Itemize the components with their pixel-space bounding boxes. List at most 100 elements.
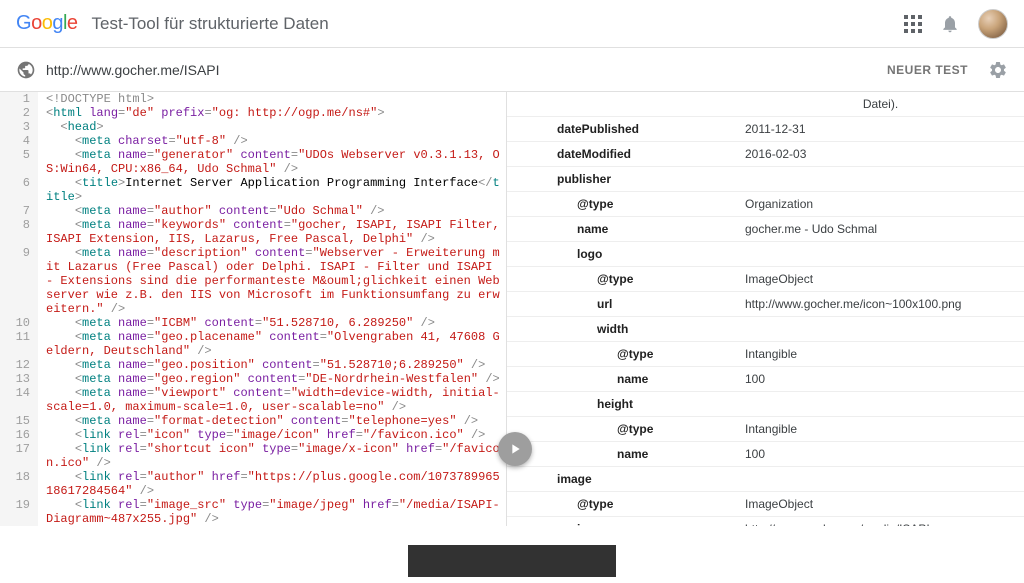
play-icon	[507, 441, 523, 457]
property-row: name100	[507, 442, 1024, 467]
property-key: publisher	[507, 167, 737, 192]
property-row: @typeIntangible	[507, 417, 1024, 442]
property-row: datePublished2011-12-31	[507, 117, 1024, 142]
new-test-button[interactable]: NEUER TEST	[887, 63, 968, 77]
tested-url: http://www.gocher.me/ISAPI	[46, 62, 877, 78]
code-source: <meta name="description" content="Webser…	[38, 246, 506, 316]
property-key: @type	[507, 342, 737, 367]
property-key: name	[507, 442, 737, 467]
line-number: 6	[0, 176, 38, 204]
code-source: <meta name="format-detection" content="t…	[38, 414, 506, 428]
code-line[interactable]: 2<html lang="de" prefix="og: http://ogp.…	[0, 106, 506, 120]
property-value: Intangible	[737, 417, 1024, 442]
property-row: height	[507, 392, 1024, 417]
property-value	[737, 467, 1024, 492]
property-key: url	[507, 292, 737, 317]
code-source: <meta name="geo.placename" content="Olve…	[38, 330, 506, 358]
line-number: 15	[0, 414, 38, 428]
user-avatar[interactable]	[978, 9, 1008, 39]
property-value: 2011-12-31	[737, 117, 1024, 142]
code-source: <!DOCTYPE html>	[38, 92, 506, 106]
line-number: 13	[0, 372, 38, 386]
property-row: imagehttp://www.gocher.me/media/ISAPI-Di…	[507, 517, 1024, 527]
property-key: @type	[507, 267, 737, 292]
line-number: 16	[0, 428, 38, 442]
property-value: Datei).	[737, 92, 1024, 117]
property-key: logo	[507, 242, 737, 267]
code-source: <meta name="geo.region" content="DE-Nord…	[38, 372, 506, 386]
google-wordmark: Google	[16, 12, 78, 35]
code-line[interactable]: 14 <meta name="viewport" content="width=…	[0, 386, 506, 414]
property-value: http://www.gocher.me/icon~100x100.png	[737, 292, 1024, 317]
property-key: @type	[507, 192, 737, 217]
property-value: 2016-02-03	[737, 142, 1024, 167]
property-row: dateModified2016-02-03	[507, 142, 1024, 167]
property-row: @typeImageObject	[507, 492, 1024, 517]
property-value: Intangible	[737, 342, 1024, 367]
property-row: @typeImageObject	[507, 267, 1024, 292]
code-line[interactable]: 8 <meta name="keywords" content="gocher,…	[0, 218, 506, 246]
line-number: 4	[0, 134, 38, 148]
code-line[interactable]: 5 <meta name="generator" content="UDOs W…	[0, 148, 506, 176]
code-line[interactable]: 12 <meta name="geo.position" content="51…	[0, 358, 506, 372]
code-line[interactable]: 7 <meta name="author" content="Udo Schma…	[0, 204, 506, 218]
line-number: 2	[0, 106, 38, 120]
code-source: <link rel="shortcut icon" type="image/x-…	[38, 442, 506, 470]
settings-icon[interactable]	[988, 60, 1008, 80]
code-line[interactable]: 3 <head>	[0, 120, 506, 134]
line-number: 1	[0, 92, 38, 106]
code-source: <meta name="generator" content="UDOs Web…	[38, 148, 506, 176]
code-line[interactable]: 18 <link rel="author" href="https://plus…	[0, 470, 506, 498]
property-value: http://www.gocher.me/media/ISAPI-Diagram…	[737, 517, 1024, 527]
code-line[interactable]: 9 <meta name="description" content="Webs…	[0, 246, 506, 316]
line-number: 5	[0, 148, 38, 176]
line-number: 18	[0, 470, 38, 498]
apps-icon[interactable]	[904, 15, 922, 33]
property-value: ImageObject	[737, 492, 1024, 517]
line-number: 12	[0, 358, 38, 372]
property-row: name100	[507, 367, 1024, 392]
property-row: urlhttp://www.gocher.me/icon~100x100.png	[507, 292, 1024, 317]
code-line[interactable]: 15 <meta name="format-detection" content…	[0, 414, 506, 428]
code-line[interactable]: 11 <meta name="geo.placename" content="O…	[0, 330, 506, 358]
property-key: @type	[507, 492, 737, 517]
property-key: image	[507, 467, 737, 492]
line-number: 10	[0, 316, 38, 330]
code-source: <meta name="keywords" content="gocher, I…	[38, 218, 506, 246]
property-value	[737, 167, 1024, 192]
property-value: Organization	[737, 192, 1024, 217]
line-number: 14	[0, 386, 38, 414]
toast	[408, 545, 616, 577]
property-key: dateModified	[507, 142, 737, 167]
code-line[interactable]: 10 <meta name="ICBM" content="51.528710,…	[0, 316, 506, 330]
property-row: @typeOrganization	[507, 192, 1024, 217]
code-line[interactable]: 16 <link rel="icon" type="image/icon" hr…	[0, 428, 506, 442]
code-source: <link rel="author" href="https://plus.go…	[38, 470, 506, 498]
property-value: 100	[737, 367, 1024, 392]
source-code-pane[interactable]: 1<!DOCTYPE html>2<html lang="de" prefix=…	[0, 92, 507, 526]
code-line[interactable]: 19 <link rel="image_src" type="image/jpe…	[0, 498, 506, 526]
property-key: name	[507, 367, 737, 392]
line-number: 11	[0, 330, 38, 358]
google-logo: Google Test-Tool für strukturierte Daten	[16, 12, 329, 35]
code-source: <meta name="viewport" content="width=dev…	[38, 386, 506, 414]
structured-data-pane[interactable]: Datei).datePublished2011-12-31dateModifi…	[507, 92, 1024, 526]
property-row: width	[507, 317, 1024, 342]
property-key: width	[507, 317, 737, 342]
run-test-button[interactable]	[498, 432, 532, 466]
code-source: <head>	[38, 120, 506, 134]
code-source: <html lang="de" prefix="og: http://ogp.m…	[38, 106, 506, 120]
code-source: <meta name="geo.position" content="51.52…	[38, 358, 506, 372]
code-source: <meta name="ICBM" content="51.528710, 6.…	[38, 316, 506, 330]
code-line[interactable]: 17 <link rel="shortcut icon" type="image…	[0, 442, 506, 470]
property-value: 100	[737, 442, 1024, 467]
property-key: name	[507, 217, 737, 242]
code-line[interactable]: 13 <meta name="geo.region" content="DE-N…	[0, 372, 506, 386]
property-row: @typeIntangible	[507, 342, 1024, 367]
property-row: logo	[507, 242, 1024, 267]
notifications-icon[interactable]	[940, 14, 960, 34]
code-source: <title>Internet Server Application Progr…	[38, 176, 506, 204]
code-line[interactable]: 4 <meta charset="utf-8" />	[0, 134, 506, 148]
code-line[interactable]: 1<!DOCTYPE html>	[0, 92, 506, 106]
code-line[interactable]: 6 <title>Internet Server Application Pro…	[0, 176, 506, 204]
